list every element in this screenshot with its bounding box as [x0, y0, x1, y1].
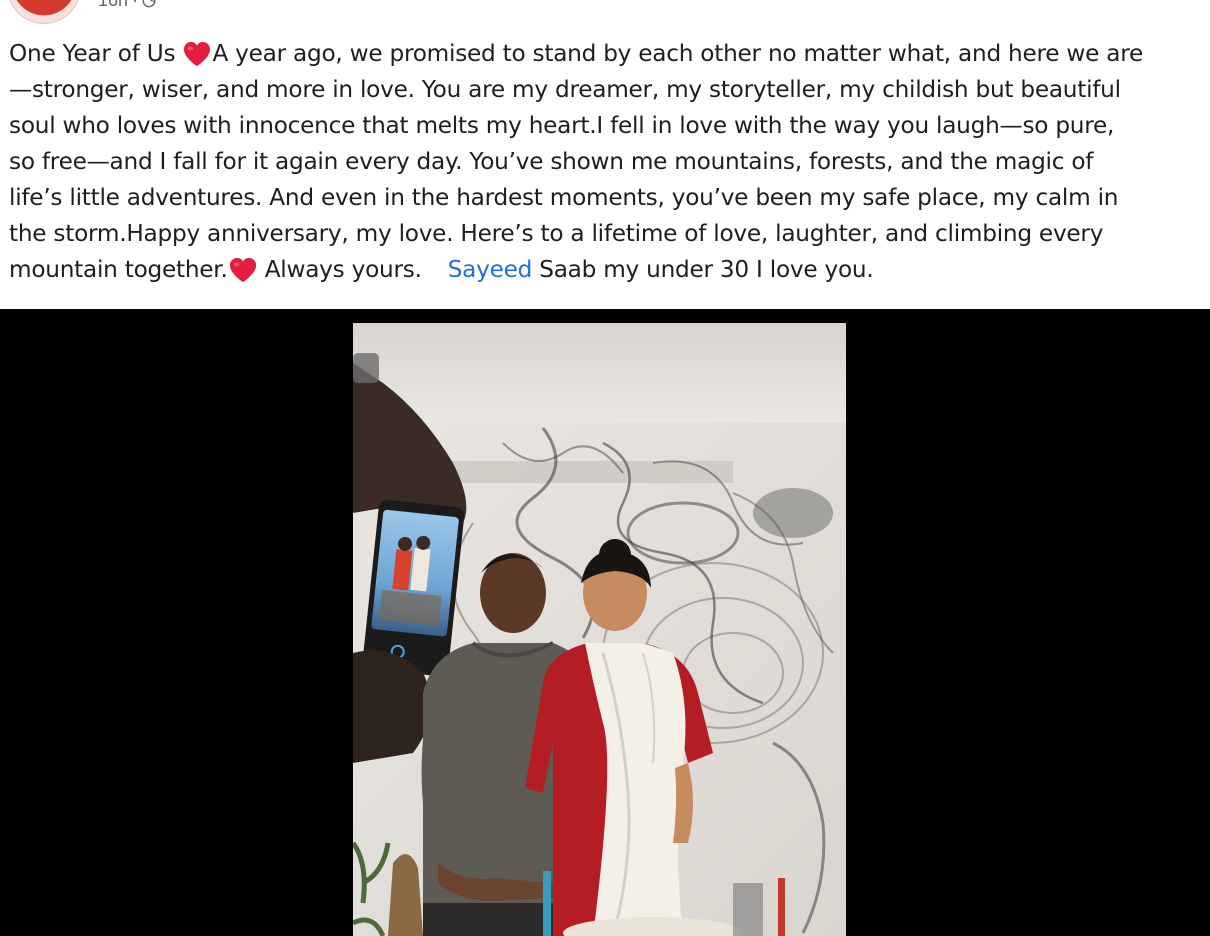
phone-in-frame	[362, 499, 465, 677]
post-media[interactable]	[0, 309, 1210, 936]
post-photo[interactable]	[353, 323, 846, 936]
post-caption: One Year of Us A year ago, we promised t…	[9, 36, 1201, 288]
heart-emoji-icon	[229, 257, 256, 283]
author-avatar[interactable]	[8, 0, 80, 24]
post-header: 16h ·	[0, 0, 1210, 26]
caption-line-7: mountain together. Always yours. Sayeed S…	[9, 252, 1201, 288]
caption-text-1: A year ago, we promised to stand by each…	[212, 40, 1144, 67]
candle	[543, 871, 551, 936]
photo-illustration	[353, 323, 846, 936]
caption-line-1: One Year of Us A year ago, we promised t…	[9, 36, 1201, 72]
facebook-post: 16h · One Year of Us A year ago, we prom…	[0, 0, 1210, 936]
candle	[778, 878, 785, 936]
caption-text-7c: Saab my under 30 I love you.	[532, 256, 874, 283]
heart-emoji-icon	[184, 41, 211, 67]
caption-text-7b: Always yours.	[257, 256, 422, 283]
caption-line-2: —stronger, wiser, and more in love. You …	[9, 76, 1121, 103]
caption-line-4: so free—and I fall for it again every da…	[9, 148, 1094, 175]
globe-icon[interactable]	[142, 0, 156, 8]
post-timestamp[interactable]: 16h	[98, 0, 128, 11]
caption-text-7a: mountain together.	[9, 256, 228, 283]
ceiling	[353, 323, 846, 433]
mention-link[interactable]: Sayeed	[448, 256, 533, 283]
caption-line-5: life’s little adventures. And even in th…	[9, 184, 1119, 211]
caption-line-3: soul who loves with innocence that melts…	[9, 112, 1115, 139]
caption-line-6: the storm.Happy anniversary, my love. He…	[9, 220, 1104, 247]
post-meta: 16h ·	[98, 0, 156, 11]
caption-title: One Year of Us	[9, 40, 183, 67]
wall-light	[443, 461, 733, 483]
meta-separator: ·	[132, 0, 139, 10]
